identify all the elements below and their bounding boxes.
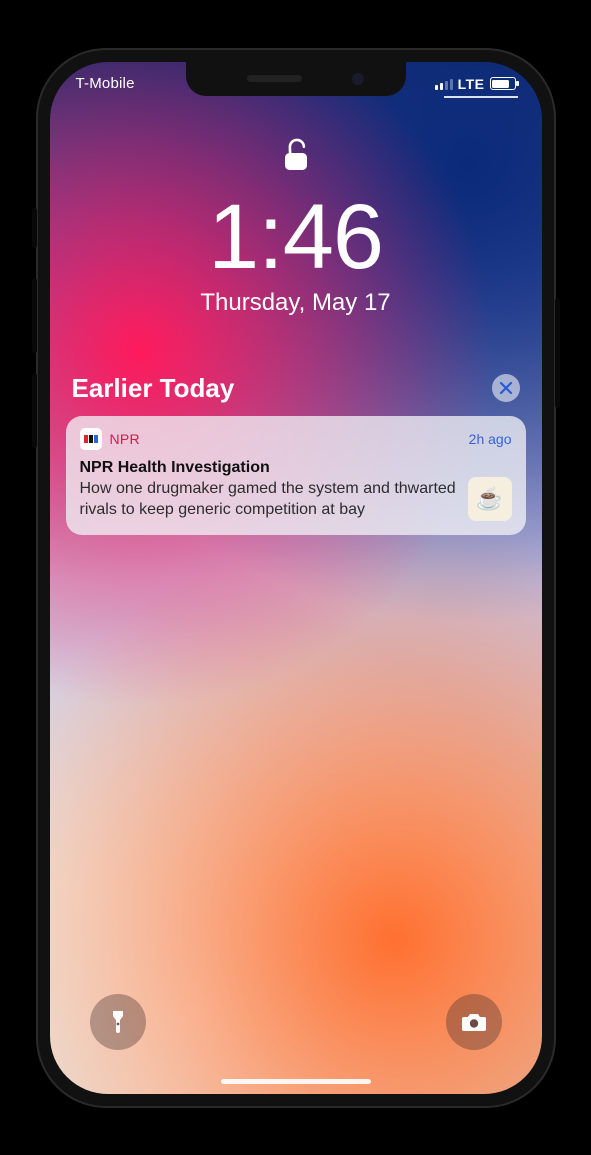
notification-thumbnail: ☕ — [468, 477, 512, 521]
app-name: NPR — [110, 431, 140, 447]
phone-frame: T-Mobile LTE 1:46 Thursday, May 17 Earli… — [36, 48, 556, 1108]
unlock-icon — [282, 136, 310, 179]
carrier-label: T-Mobile — [76, 75, 135, 92]
camera-button[interactable] — [446, 994, 502, 1050]
notification-text: NPR Health Investigation How one drugmak… — [80, 458, 458, 521]
battery-icon — [490, 77, 516, 90]
notification-time: 2h ago — [469, 431, 512, 447]
notification-title: NPR Health Investigation — [80, 458, 458, 479]
flashlight-button[interactable] — [90, 994, 146, 1050]
notch — [186, 62, 406, 96]
notifications-section-header: Earlier Today — [72, 373, 520, 404]
screen[interactable]: T-Mobile LTE 1:46 Thursday, May 17 Earli… — [50, 62, 542, 1094]
speaker — [247, 75, 302, 82]
app-icon — [80, 428, 102, 450]
clock-date: Thursday, May 17 — [50, 289, 542, 317]
notification-header: NPR 2h ago — [80, 428, 512, 450]
clear-section-button[interactable] — [492, 374, 520, 402]
control-center-hint[interactable] — [444, 96, 518, 98]
network-label: LTE — [458, 76, 485, 92]
section-title: Earlier Today — [72, 373, 235, 404]
notification-message: How one drugmaker gamed the system and t… — [80, 479, 458, 521]
mute-switch[interactable] — [32, 208, 37, 248]
volume-up-button[interactable] — [32, 278, 37, 353]
bottom-controls — [50, 994, 542, 1050]
status-right: LTE — [435, 76, 516, 92]
clock-time: 1:46 — [50, 191, 542, 283]
close-icon — [499, 381, 513, 395]
front-camera — [352, 73, 364, 85]
camera-icon — [461, 1011, 487, 1033]
lock-area: 1:46 Thursday, May 17 — [50, 136, 542, 317]
coffee-cup-icon: ☕ — [476, 486, 503, 512]
notification-body: NPR Health Investigation How one drugmak… — [80, 458, 512, 521]
flashlight-icon — [107, 1009, 129, 1035]
signal-icon — [435, 78, 453, 90]
side-button[interactable] — [555, 298, 560, 408]
home-indicator[interactable] — [221, 1079, 371, 1084]
volume-down-button[interactable] — [32, 373, 37, 448]
notification-card[interactable]: NPR 2h ago NPR Health Investigation How … — [66, 416, 526, 535]
